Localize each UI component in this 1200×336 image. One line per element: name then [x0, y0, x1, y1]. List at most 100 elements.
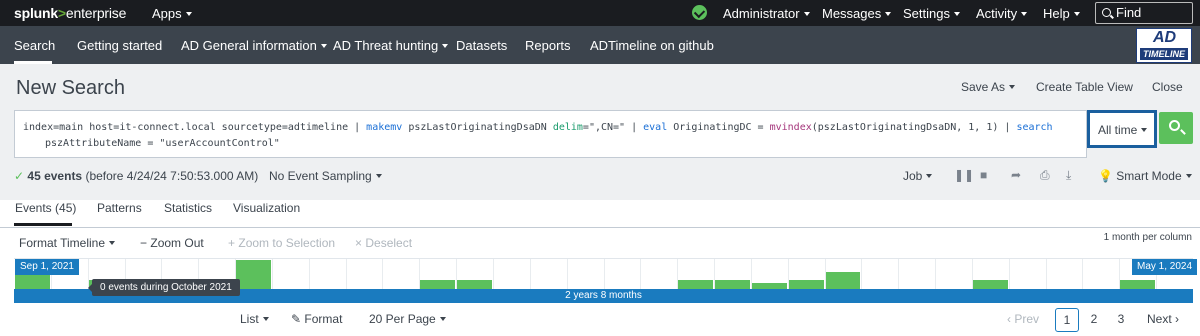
user-menu[interactable]: Administrator	[723, 6, 810, 21]
system-bar: splunk>enterprise Apps Administrator Mes…	[0, 0, 1200, 26]
deselect-label: Deselect	[365, 236, 413, 250]
create-table-view-button[interactable]: Create Table View	[1036, 80, 1133, 94]
find-input[interactable]: Find	[1095, 2, 1193, 24]
timeline-gridline	[271, 259, 273, 289]
zoom-to-selection-button[interactable]: + Zoom to Selection	[228, 236, 335, 250]
app-bar: Search Getting started AD General inform…	[0, 26, 1200, 64]
close-button[interactable]: Close	[1152, 80, 1183, 94]
query-token: mvindex	[769, 122, 812, 133]
timeline-bar[interactable]	[1120, 280, 1156, 289]
chevron-down-icon	[926, 173, 933, 178]
timeline-end-label: May 1, 2024	[1132, 259, 1198, 275]
page-2-button[interactable]: 2	[1084, 308, 1104, 332]
run-search-button[interactable]	[1159, 112, 1193, 144]
query-token: pszLastOriginatingDsaDN	[402, 122, 553, 133]
nav-getting-started[interactable]: Getting started	[77, 38, 162, 53]
timeline-bar[interactable]	[751, 283, 787, 289]
export-icon[interactable]: ⤓	[1066, 168, 1071, 183]
timeline-gridline	[898, 259, 900, 289]
search-query-input[interactable]: index=main host=it-connect.local sourcet…	[14, 110, 1087, 158]
format-button[interactable]: ✎ Format	[291, 312, 342, 326]
format-timeline-menu[interactable]: Format Timeline	[19, 236, 116, 250]
query-token: eval	[643, 122, 668, 133]
next-page-button[interactable]: Next ›	[1147, 312, 1179, 326]
timeline-bar[interactable]	[457, 280, 492, 289]
deselect-button[interactable]: × Deselect	[355, 236, 412, 250]
tab-divider	[0, 227, 1200, 228]
check-icon: ✓	[14, 169, 25, 183]
logo-product: enterprise	[65, 5, 127, 21]
nav-datasets[interactable]: Datasets	[456, 38, 507, 53]
timeline-bar[interactable]	[825, 272, 861, 289]
next-label: Next	[1147, 312, 1172, 326]
timeline-gridline	[935, 259, 937, 289]
list-view-menu[interactable]: List	[240, 312, 269, 326]
query-token: index=main host=it-connect.local sourcet…	[23, 122, 367, 133]
apps-label: Apps	[152, 6, 182, 21]
nav-ad-threat-hunting[interactable]: AD Threat hunting	[333, 38, 449, 53]
timeline-start-label: Sep 1, 2021	[15, 259, 79, 275]
app-logo-top: AD	[1153, 29, 1177, 46]
timeline-tooltip: 0 events during October 2021	[88, 279, 240, 296]
timeline-bar[interactable]	[236, 260, 271, 289]
messages-label: Messages	[822, 6, 882, 21]
chevron-down-icon	[1009, 84, 1016, 89]
nav-reports[interactable]: Reports	[525, 38, 571, 53]
save-as-menu[interactable]: Save As	[961, 80, 1016, 94]
timeline-gridline	[529, 259, 531, 289]
activity-label: Activity	[976, 6, 1018, 21]
chevron-down-icon	[1185, 173, 1192, 178]
timeline-bar[interactable]	[972, 280, 1008, 289]
format-timeline-label: Format Timeline	[19, 236, 106, 250]
per-page-menu[interactable]: 20 Per Page	[369, 312, 446, 326]
minus-icon: −	[140, 236, 148, 250]
pause-icon[interactable]: ❚❚	[954, 168, 974, 182]
time-range-label: All time	[1098, 123, 1138, 137]
chevron-down-icon	[320, 43, 327, 48]
prev-page-button[interactable]: ‹ Prev	[1007, 312, 1039, 326]
query-line-1: index=main host=it-connect.local sourcet…	[23, 120, 1086, 136]
job-menu[interactable]: Job	[903, 169, 933, 183]
event-sampling-menu[interactable]: No Event Sampling	[269, 169, 382, 183]
search-icon	[1102, 8, 1111, 17]
help-label: Help	[1043, 6, 1070, 21]
query-token: makemv	[366, 122, 403, 133]
nav-search[interactable]: Search	[14, 38, 55, 53]
help-menu[interactable]: Help	[1043, 6, 1080, 21]
health-status-icon[interactable]	[692, 5, 707, 20]
splunk-logo[interactable]: splunk>enterprise	[14, 5, 126, 21]
chevron-down-icon	[953, 11, 960, 16]
timeline-bar[interactable]	[678, 280, 714, 289]
zoom-out-button[interactable]: − Zoom Out	[140, 236, 204, 250]
nav-adtimeline-github[interactable]: ADTimeline on github	[590, 38, 714, 53]
stop-icon[interactable]: ■	[980, 168, 987, 182]
format-label: Format	[304, 312, 343, 326]
page-1-button[interactable]: 1	[1055, 308, 1079, 332]
query-token: (pszLastOriginatingDsaDN, 1, 1) |	[811, 122, 1017, 133]
time-range-picker[interactable]: All time	[1087, 110, 1157, 148]
page-3-button[interactable]: 3	[1111, 308, 1131, 332]
print-icon[interactable]: ⎙	[1040, 168, 1050, 183]
timeline-bar[interactable]	[420, 280, 456, 289]
chevron-down-icon	[375, 173, 382, 178]
zoom-selection-label: Zoom to Selection	[238, 236, 336, 250]
logo-brand: splunk	[14, 5, 58, 21]
query-token: OriginatingDC =	[667, 122, 770, 133]
activity-menu[interactable]: Activity	[976, 6, 1028, 21]
tab-visualization[interactable]: Visualization	[233, 201, 300, 215]
chevron-down-icon	[439, 316, 446, 321]
tab-patterns[interactable]: Patterns	[97, 201, 142, 215]
timeline-scale-label: 1 month per column	[1103, 232, 1192, 243]
search-mode-menu[interactable]: 💡 Smart Mode	[1098, 169, 1192, 183]
settings-menu[interactable]: Settings	[903, 6, 960, 21]
apps-menu[interactable]: Apps	[152, 6, 192, 21]
nav-label: AD Threat hunting	[333, 38, 439, 53]
tab-events[interactable]: Events (45)	[15, 201, 76, 215]
share-icon[interactable]: ➦	[1011, 168, 1021, 182]
tab-statistics[interactable]: Statistics	[164, 201, 212, 215]
timeline-bar[interactable]	[715, 280, 750, 289]
adtimeline-app-logo: AD TIMELINE	[1136, 28, 1192, 63]
nav-ad-general-information[interactable]: AD General information	[181, 38, 327, 53]
messages-menu[interactable]: Messages	[822, 6, 892, 21]
timeline-bar[interactable]	[788, 280, 824, 289]
